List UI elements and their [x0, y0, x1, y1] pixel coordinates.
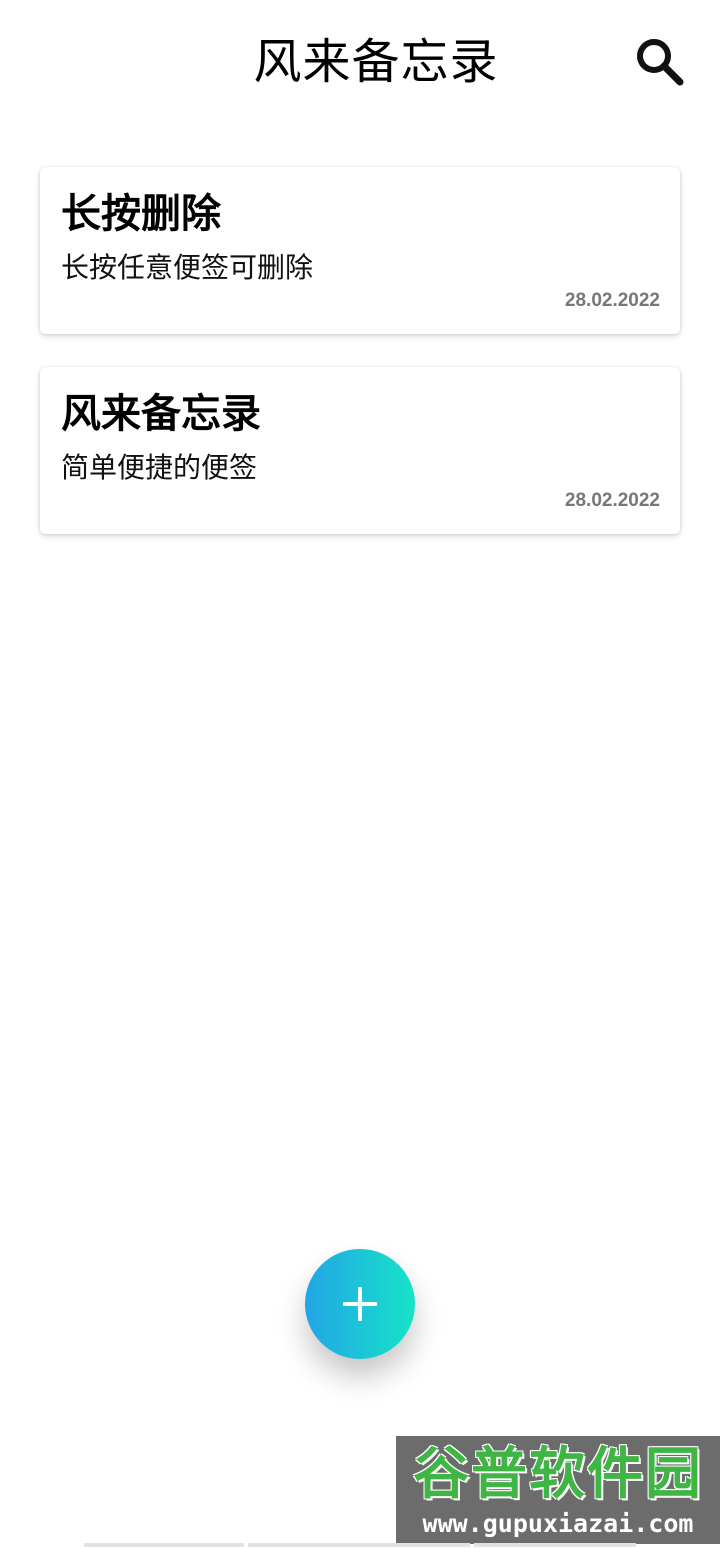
note-list: 长按删除 长按任意便签可删除 28.02.2022 风来备忘录 简单便捷的便签 … — [40, 167, 680, 567]
watermark-brand: 谷普软件园 — [413, 1442, 703, 1507]
nav-bar-segment — [474, 1543, 636, 1547]
page-title: 风来备忘录 — [253, 34, 499, 90]
search-button[interactable] — [632, 34, 686, 88]
note-date: 28.02.2022 — [564, 290, 660, 311]
note-card[interactable]: 长按删除 长按任意便签可删除 28.02.2022 — [40, 167, 680, 334]
navigation-bar — [84, 1543, 636, 1549]
app-header: 风来备忘录 — [0, 0, 720, 125]
note-title: 长按删除 — [61, 191, 221, 237]
watermark: 谷普软件园 www.gupuxiazai.com — [396, 1436, 720, 1544]
nav-bar-segment — [248, 1543, 470, 1547]
note-card[interactable]: 风来备忘录 简单便捷的便签 28.02.2022 — [40, 367, 680, 534]
nav-bar-segment — [84, 1543, 244, 1547]
note-body: 简单便捷的便签 — [61, 451, 258, 484]
watermark-url: www.gupuxiazai.com — [422, 1509, 694, 1538]
search-icon — [637, 39, 684, 86]
add-note-button[interactable] — [305, 1249, 415, 1359]
note-date: 28.02.2022 — [564, 490, 660, 511]
note-title: 风来备忘录 — [61, 391, 261, 437]
note-body: 长按任意便签可删除 — [61, 251, 314, 284]
plus-icon — [343, 1287, 377, 1321]
